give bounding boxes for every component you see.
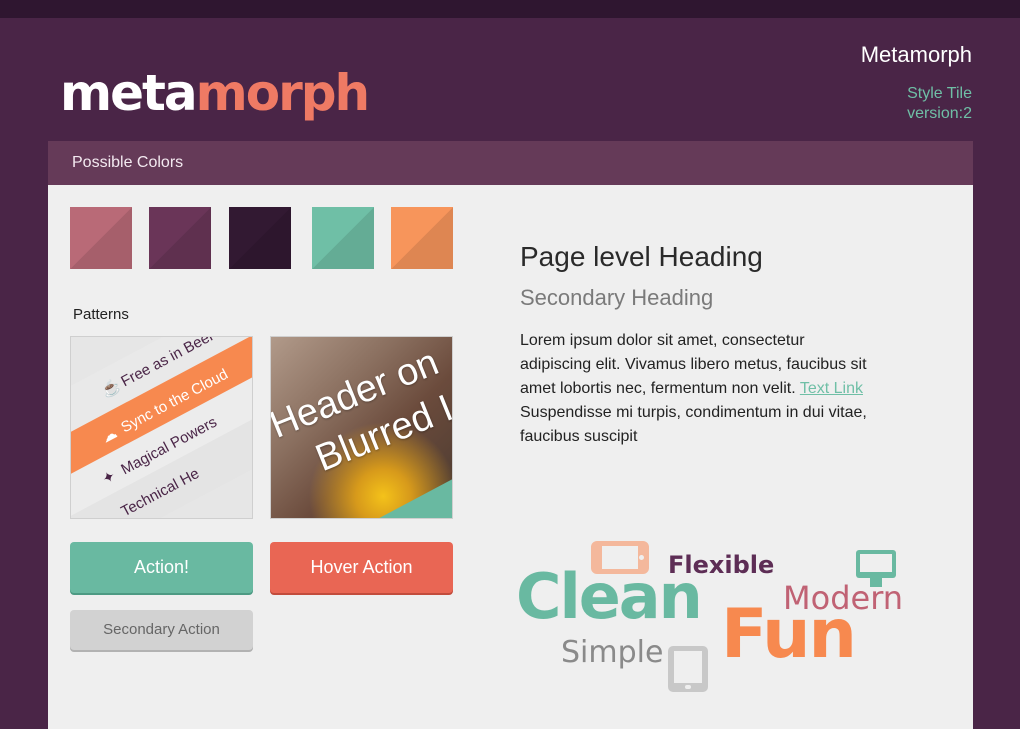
logo-part-meta: meta (60, 64, 198, 122)
word-simple: Simple (561, 635, 664, 670)
style-tile-title: Style Tile (907, 85, 972, 102)
color-swatch-eggplant (229, 207, 291, 269)
word-clean: Clean (516, 560, 703, 633)
color-swatch-teal (312, 207, 374, 269)
color-swatch-plum (149, 207, 211, 269)
pattern-menu-sample: ☕Free as in Beer ☁Sync to the Cloud ✦Mag… (70, 336, 253, 519)
secondary-heading: Secondary Heading (520, 285, 714, 310)
patterns-label: Patterns (73, 306, 129, 323)
word-fun: Fun (721, 595, 857, 674)
pattern-blurred-image-sample: Header on Blurred I (270, 336, 453, 519)
text-link[interactable]: Text Link (800, 380, 863, 397)
teal-accent-strip (368, 467, 452, 518)
app-title: Metamorph (860, 42, 972, 67)
page-heading: Page level Heading (520, 241, 763, 272)
style-tile-label: Style Tile version:2 (907, 84, 972, 124)
top-bar (0, 0, 1020, 18)
style-tile-version: version:2 (907, 105, 972, 122)
secondary-action-button[interactable]: Secondary Action (70, 610, 253, 650)
logo: metamorph (60, 68, 370, 118)
body-paragraph: Lorem ipsum dolor sit amet, consectetur … (520, 332, 867, 445)
style-tile-panel: Possible Colors Patterns ☕Free as in Bee… (48, 141, 973, 729)
logo-part-morph: morph (195, 64, 370, 122)
tablet-icon (668, 646, 708, 692)
hover-action-button[interactable]: Hover Action (270, 542, 453, 593)
blurred-image-text: Header on Blurred I (270, 341, 453, 480)
color-swatch-orange (391, 207, 453, 269)
monitor-icon (856, 550, 896, 587)
color-swatch-rose (70, 207, 132, 269)
action-button[interactable]: Action! (70, 542, 253, 593)
panel-header: Possible Colors (48, 141, 973, 185)
